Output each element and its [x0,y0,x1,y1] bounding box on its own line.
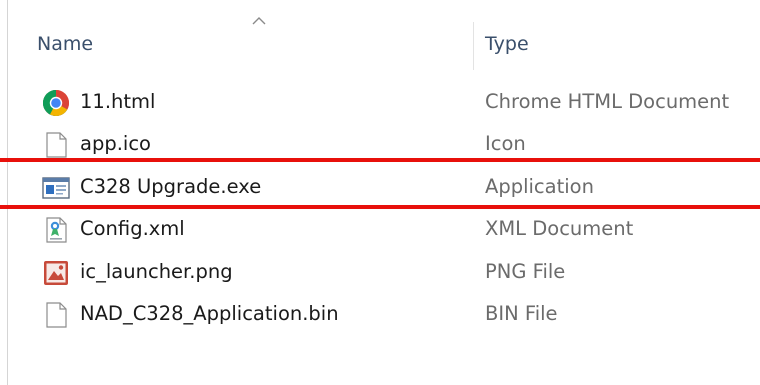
file-name: 11.html [80,90,156,113]
file-name: Config.xml [80,217,185,241]
file-type: BIN File [485,301,558,325]
file-explorer-list: Name Type 11.html Chrome HTML Document a… [0,0,760,385]
file-name: C328 Upgrade.exe [80,174,262,198]
blank-file-icon [46,302,67,328]
column-divider[interactable] [473,22,474,70]
file-row-config-xml[interactable]: Config.xml XML Document [0,208,760,250]
xml-document-icon [46,217,67,243]
column-header-bar: Name Type [8,0,760,75]
file-row-11-html[interactable]: 11.html Chrome HTML Document [0,81,760,123]
highlight-line-bottom [0,205,760,209]
column-header-type[interactable]: Type [485,31,529,57]
highlight-line-top [0,158,760,162]
file-name: ic_launcher.png [80,259,233,283]
file-type: Chrome HTML Document [485,90,730,113]
file-type: Application [485,174,594,198]
file-row-ic-launcher-png[interactable]: ic_launcher.png PNG File [0,251,760,293]
file-type: XML Document [485,217,634,241]
file-name: app.ico [80,132,151,156]
file-row-nad-c328-application-bin[interactable]: NAD_C328_Application.bin BIN File [0,293,760,335]
png-image-icon [44,260,68,285]
chrome-icon [42,90,70,117]
blank-file-icon [46,132,67,158]
column-header-name[interactable]: Name [37,31,93,57]
sort-ascending-icon[interactable] [251,16,267,26]
file-type: Icon [485,132,526,156]
file-row-c328-upgrade-exe[interactable]: C328 Upgrade.exe Application [0,166,760,208]
file-name: NAD_C328_Application.bin [80,301,339,325]
application-window-icon [42,177,70,199]
file-type: PNG File [485,259,566,283]
